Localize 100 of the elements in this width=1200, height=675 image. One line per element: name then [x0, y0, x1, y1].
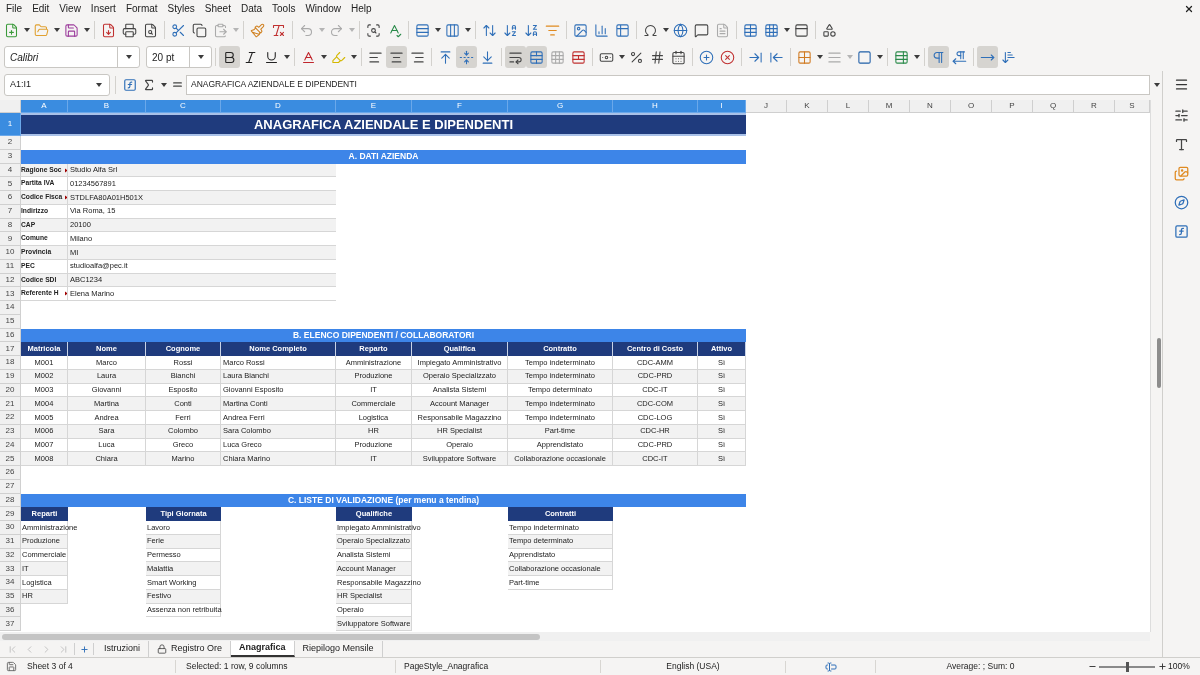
- column-header[interactable]: L: [828, 100, 869, 113]
- wrap-text-button[interactable]: [505, 46, 526, 68]
- row-header[interactable]: 2: [0, 136, 21, 150]
- menu-item[interactable]: Styles: [162, 1, 200, 16]
- column-header[interactable]: E: [336, 100, 412, 113]
- column-header[interactable]: B: [68, 100, 146, 113]
- row-header[interactable]: 29: [0, 507, 21, 521]
- name-box[interactable]: A1:I1: [4, 73, 110, 96]
- column-header[interactable]: N: [910, 100, 951, 113]
- column-header[interactable]: Q: [1033, 100, 1074, 113]
- row-header[interactable]: 21: [0, 397, 21, 411]
- row-header[interactable]: 1: [0, 113, 21, 136]
- column-header[interactable]: P: [992, 100, 1033, 113]
- merge-center-button[interactable]: [526, 46, 547, 68]
- menu-item[interactable]: Insert: [85, 1, 121, 16]
- column-header[interactable]: K: [787, 100, 828, 113]
- row-header[interactable]: 10: [0, 246, 21, 260]
- bar-chart-icon: [594, 22, 609, 38]
- menu-item[interactable]: Data: [235, 1, 268, 16]
- menu-item[interactable]: Help: [346, 1, 377, 16]
- row-header[interactable]: 5: [0, 177, 21, 191]
- align-center-button[interactable]: [386, 46, 407, 68]
- row-header[interactable]: 14: [0, 301, 21, 315]
- sheet-tab[interactable]: Istruzioni: [96, 641, 149, 657]
- save-icon: [64, 22, 79, 38]
- column-header[interactable]: D: [221, 100, 336, 113]
- row-header[interactable]: 17: [0, 342, 21, 356]
- row-header[interactable]: 37: [0, 617, 21, 631]
- row-header[interactable]: 34: [0, 576, 21, 590]
- page-style: PageStyle_Anagrafica: [404, 661, 489, 672]
- section-heading: B. ELENCO DIPENDENTI / COLLABORATORI: [21, 328, 746, 343]
- printer-icon: [122, 22, 137, 38]
- align-right-icon: [410, 49, 425, 65]
- scrollbar-thumb[interactable]: [1157, 338, 1161, 388]
- row-header[interactable]: 30: [0, 521, 21, 535]
- columns-icon: [445, 22, 460, 38]
- left-to-right-button[interactable]: [928, 46, 949, 68]
- column-header[interactable]: J: [746, 100, 787, 113]
- caret-icon: [913, 55, 920, 59]
- row-header[interactable]: 26: [0, 466, 21, 480]
- menu-item[interactable]: Sheet: [199, 1, 236, 16]
- selection-summary: Selected: 1 row, 9 columns: [186, 661, 288, 672]
- column-header[interactable]: O: [951, 100, 992, 113]
- row-header[interactable]: 22: [0, 411, 21, 425]
- column-header[interactable]: R: [1074, 100, 1115, 113]
- row-header[interactable]: 6: [0, 191, 21, 205]
- zoom-slider[interactable]: [1099, 661, 1155, 672]
- slider-thumb[interactable]: [1125, 661, 1129, 672]
- menu-item[interactable]: Edit: [27, 1, 55, 16]
- compass-icon: [1174, 194, 1189, 210]
- hash-icon: [650, 49, 665, 65]
- caret-icon: [350, 55, 357, 59]
- row-header[interactable]: 33: [0, 562, 21, 576]
- file-download-icon: [101, 22, 116, 38]
- section-heading: A. DATI AZIENDA: [21, 149, 746, 164]
- menu-item[interactable]: File: [1, 1, 28, 16]
- align-top-icon: [438, 49, 453, 65]
- menu-item[interactable]: View: [54, 1, 86, 16]
- caret-icon: [816, 55, 823, 59]
- column-header[interactable]: I: [698, 100, 746, 113]
- text-icon: [1174, 136, 1189, 152]
- row-header[interactable]: 25: [0, 452, 21, 466]
- horizontal-scrollbar[interactable]: [0, 632, 1150, 641]
- wrap-text-icon: [508, 49, 523, 65]
- borders-icon: [797, 49, 812, 65]
- menu-item[interactable]: Format: [120, 1, 163, 16]
- row-header[interactable]: 18: [0, 356, 21, 370]
- column-header[interactable]: M: [869, 100, 910, 113]
- caret-icon: [662, 28, 669, 32]
- sheet-tab[interactable]: Anagrafica: [231, 641, 295, 657]
- column-header[interactable]: A: [21, 100, 68, 113]
- image-icon: [573, 22, 588, 38]
- font-size-field[interactable]: 20 pt: [146, 46, 212, 68]
- horizontal-text-button[interactable]: [977, 46, 998, 68]
- sheet-tab[interactable]: Riepilogo Mensile: [294, 641, 383, 657]
- menu-item[interactable]: Tools: [267, 1, 301, 16]
- caret-icon: [197, 55, 204, 59]
- row-header[interactable]: 13: [0, 287, 21, 301]
- menu-item[interactable]: Window: [300, 1, 346, 16]
- column-header[interactable]: S: [1115, 100, 1150, 113]
- formula-input[interactable]: ANAGRAFICA AZIENDALE E DIPENDENTI: [186, 74, 1150, 95]
- font-name-field[interactable]: Calibri: [4, 46, 140, 68]
- pilcrow-left-icon: [952, 49, 967, 65]
- search-icon: [366, 22, 381, 38]
- circle-x-icon: [720, 49, 735, 65]
- row-header[interactable]: 9: [0, 232, 21, 246]
- column-header[interactable]: F: [412, 100, 508, 113]
- selection-mode-icon[interactable]: [823, 660, 838, 673]
- sheet-position: Sheet 3 of 4: [27, 661, 73, 672]
- bold-button[interactable]: [219, 46, 240, 68]
- column-header[interactable]: H: [613, 100, 698, 113]
- paintbrush-icon: [250, 22, 265, 38]
- italic-icon: [243, 49, 258, 65]
- clipboard-icon: [213, 22, 228, 38]
- align-middle-button[interactable]: [456, 46, 477, 68]
- sort-icon: [482, 22, 497, 38]
- column-header[interactable]: C: [146, 100, 221, 113]
- scrollbar-thumb[interactable]: [2, 633, 540, 640]
- column-header[interactable]: G: [508, 100, 613, 113]
- zoom-in-button[interactable]: [1157, 660, 1167, 673]
